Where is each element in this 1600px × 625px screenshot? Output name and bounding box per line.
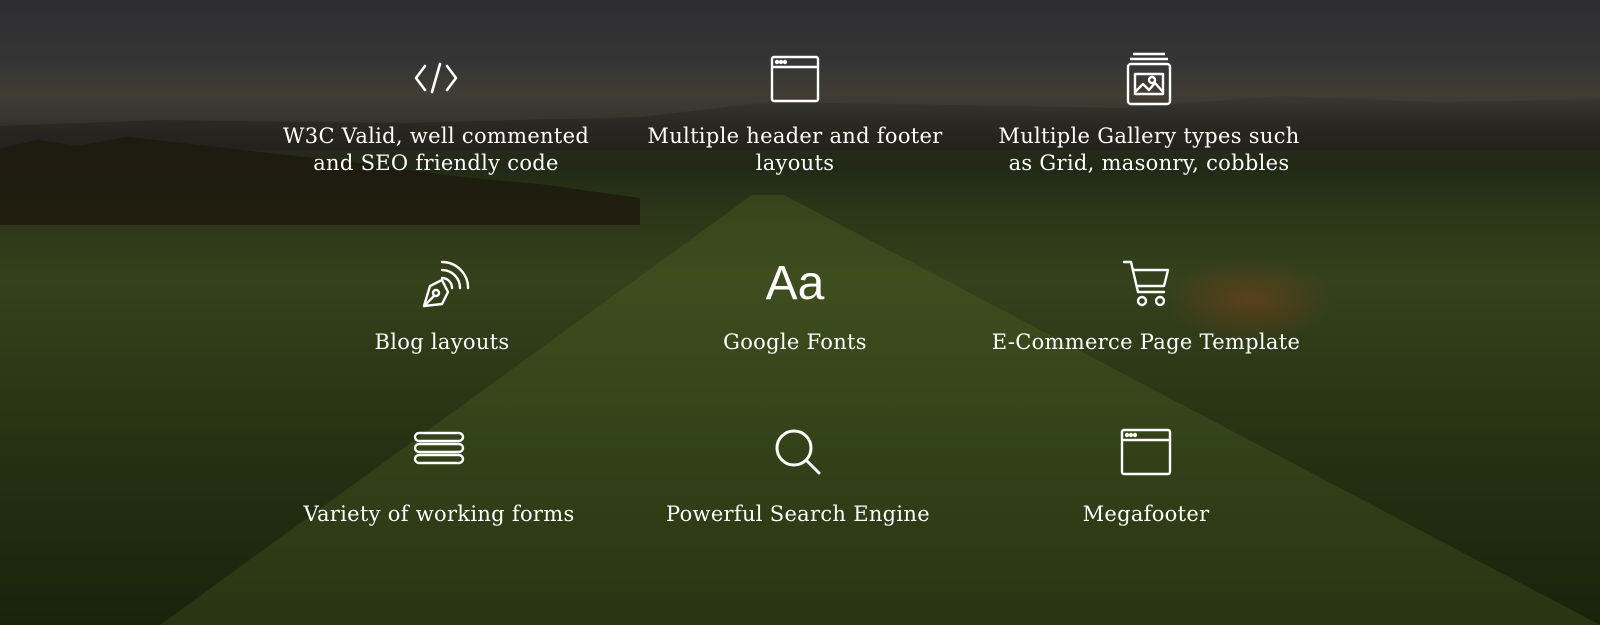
shopping-cart-icon [1116,256,1176,312]
feature-item-search: Powerful Search Engine [638,428,958,528]
browser-window-icon [765,50,825,106]
feature-item-forms: Variety of working forms [279,428,599,528]
feature-label: Multiple header and footer layouts [647,124,943,175]
browser-window-icon [1116,428,1176,484]
feature-label: W3C Valid, well commented and SEO friend… [282,124,590,175]
feature-label: Blog layouts [374,330,510,354]
feature-item-header-footer: Multiple header and footer layouts [635,50,955,177]
feature-item-ecommerce: E-Commerce Page Template [986,256,1306,356]
feature-item-blog: Blog layouts [282,256,602,356]
feature-label: E-Commerce Page Template [991,330,1301,354]
feature-label: Variety of working forms [303,502,575,526]
feature-label: Multiple Gallery types such as Grid, mas… [998,124,1300,175]
gallery-icon [1119,50,1179,106]
form-lines-icon [409,428,469,484]
pen-nib-icon [412,256,472,312]
font-glyph: Aa [765,257,825,310]
code-icon [406,50,466,106]
feature-item-code: W3C Valid, well commented and SEO friend… [276,50,596,177]
feature-item-gallery: Multiple Gallery types such as Grid, mas… [989,50,1309,177]
font-icon: Aa [765,256,825,312]
feature-label: Megafooter [1082,502,1210,526]
feature-label: Google Fonts [723,330,867,354]
feature-item-megafooter: Megafooter [986,428,1306,528]
feature-item-fonts: Aa Google Fonts [635,256,955,356]
feature-label: Powerful Search Engine [666,502,930,526]
search-icon [768,428,828,484]
